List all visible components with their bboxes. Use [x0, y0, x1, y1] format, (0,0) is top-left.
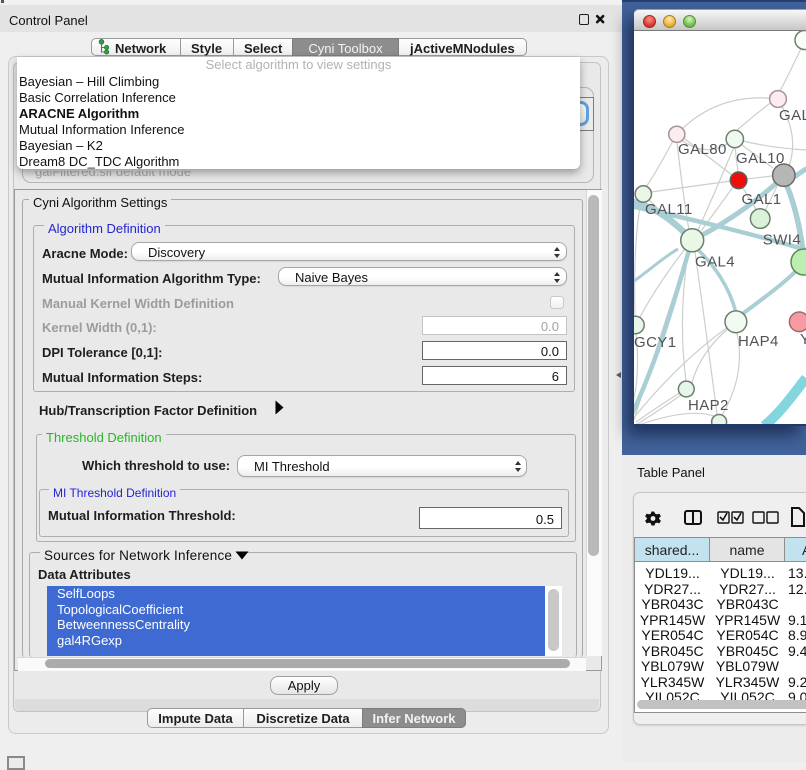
svg-text:GAL10: GAL10 — [736, 150, 785, 167]
svg-text:HAP4: HAP4 — [738, 333, 779, 350]
svg-text:GCY1: GCY1 — [634, 334, 676, 351]
svg-text:GAL4: GAL4 — [695, 254, 735, 271]
svg-text:GAL11: GAL11 — [645, 201, 693, 218]
svg-text:Y: Y — [800, 331, 806, 348]
svg-text:GAL80: GAL80 — [678, 141, 727, 158]
svg-text:GAL1: GAL1 — [742, 191, 782, 208]
svg-text:SWI4: SWI4 — [763, 232, 801, 249]
svg-text:HAP2: HAP2 — [688, 397, 729, 414]
svg-text:GAL7: GAL7 — [779, 107, 806, 124]
